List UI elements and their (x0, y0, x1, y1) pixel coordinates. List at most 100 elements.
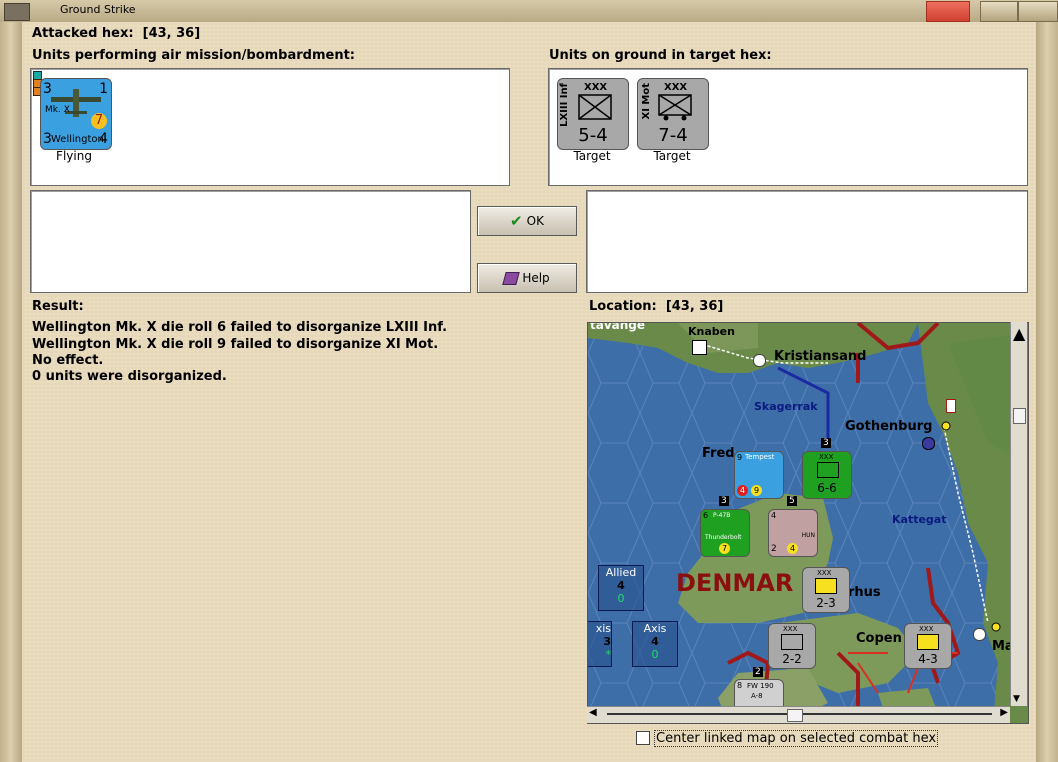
map-unit-value: 4 (771, 511, 777, 520)
map-unit-value: 6 (703, 511, 709, 520)
location-label: Location: [43, 36] (589, 299, 724, 314)
axis-box-zero: * (605, 648, 612, 661)
result-line: 0 units were disorganized. (32, 369, 227, 384)
map-unit-xxx-gray[interactable]: XXX 2-2 (768, 623, 816, 669)
stack-count-tag: 5 (787, 496, 797, 506)
ground-unit-status: Target (653, 149, 691, 163)
center-map-checkbox-label[interactable]: Center linked map on selected combat hex (654, 730, 939, 747)
port-anchor-icon (922, 437, 935, 450)
air-unit-counter-wellington[interactable]: 3 1 Mk. X 7 3 Wellington 4 (40, 78, 112, 150)
infantry-symbol-icon (781, 634, 803, 650)
ground-unit-size: XXX (664, 82, 688, 93)
center-map-checkbox[interactable] (636, 731, 650, 745)
air-unit-status: Flying (56, 149, 92, 163)
map-unit-xxx-yellow-2[interactable]: XXX 4-3 (904, 623, 952, 669)
ground-unit-size: XXX (584, 82, 608, 93)
map-label-gothenburg: Gothenburg (845, 419, 933, 434)
map-label-copenhagen: Copen (856, 631, 902, 646)
checkmark-icon: ✔ (510, 212, 523, 230)
scroll-down-arrow-icon[interactable]: ▼ (1013, 694, 1023, 704)
ground-unit-status: Target (573, 149, 611, 163)
infantry-symbol-icon (578, 94, 612, 120)
air-units-heading: Units performing air mission/bombardment… (32, 48, 356, 63)
stack-count-tag: 3 (821, 438, 831, 448)
map-unit-side: HUN (801, 532, 815, 539)
ground-unit-counter-lxiii-inf[interactable]: LXIII Inf XXX 5-4 (557, 78, 629, 150)
title-bar: Ground Strike (0, 0, 1058, 23)
ground-details-panel (586, 190, 1028, 293)
window-title: Ground Strike (60, 3, 136, 16)
map-unit-strength: 4-3 (918, 652, 938, 666)
map-unit-ju[interactable]: 4 2 4 HUN (768, 509, 818, 557)
scroll-right-arrow-icon[interactable]: ▶ (1000, 707, 1008, 718)
map-unit-xxx-yellow-1[interactable]: XXX 2-3 (802, 567, 850, 613)
air-unit-model: Mk. X (45, 105, 70, 115)
ok-button[interactable]: ✔ OK (477, 206, 577, 236)
axis-count-box-left: xis 3 * (588, 621, 612, 667)
help-button[interactable]: Help (477, 263, 577, 293)
result-line: Wellington Mk. X die roll 9 failed to di… (32, 337, 439, 352)
map-unit-value: 2 (771, 544, 777, 554)
help-button-label: Help (522, 271, 550, 285)
mine-icon (692, 340, 707, 355)
allied-count-box: Allied 4 0 (598, 565, 644, 611)
result-line: No effect. (32, 353, 104, 368)
axis-count-box: Axis 4 0 (632, 621, 678, 667)
minimize-button[interactable] (926, 1, 970, 22)
map-unit-badge: 4 (737, 485, 748, 496)
ground-unit-name: LXIII Inf (559, 83, 570, 127)
result-line: Wellington Mk. X die roll 6 failed to di… (32, 320, 448, 335)
infantry-symbol-icon (917, 634, 939, 650)
map-unit-xxx-green[interactable]: XXX 6-6 (802, 451, 852, 499)
map-vertical-scrollbar[interactable]: ▲ ▼ (1010, 322, 1027, 706)
window-frame-right (1036, 22, 1058, 762)
ok-button-label: OK (526, 214, 544, 228)
map-unit-badge: 7 (719, 543, 730, 554)
scroll-thumb[interactable] (787, 709, 803, 722)
air-unit-badge: 7 (91, 113, 107, 129)
map-unit-size: XXX (919, 625, 934, 633)
ground-units-heading: Units on ground in target hex: (549, 48, 772, 63)
map-horizontal-scrollbar[interactable]: ◀ ▶ (587, 706, 1010, 723)
map-unit-size: XXX (819, 453, 834, 461)
map-unit-badge: 9 (751, 485, 762, 496)
scroll-up-arrow-icon[interactable]: ▲ (1013, 324, 1025, 343)
map-unit-name: A-8 (751, 692, 763, 700)
infantry-symbol-icon (815, 578, 837, 594)
attacked-hex-label: Attacked hex: [43, 36] (32, 26, 201, 41)
map-label-knaben: Knaben (688, 325, 735, 338)
motorized-symbol-icon (658, 94, 692, 121)
app-icon (4, 3, 30, 21)
close-button[interactable] (1018, 1, 1058, 22)
window-frame-left (0, 22, 22, 762)
ground-unit-strength: 5-4 (578, 125, 608, 146)
axis-box-count: 4 (651, 635, 659, 648)
map-label-kattegat: Kattegat (892, 513, 947, 526)
airfield-icon (973, 628, 986, 641)
maximize-button[interactable] (980, 1, 1018, 22)
map-unit-name: FW 190 (747, 682, 774, 690)
map-unit-strength: 2-2 (782, 652, 802, 666)
scroll-thumb[interactable] (1013, 408, 1026, 424)
map-unit-strength: 6-6 (817, 481, 837, 495)
map-label-stavanger: tavange (590, 322, 646, 332)
stack-count-tag: 3 (719, 496, 729, 506)
map-label-aarhus: rhus (848, 585, 881, 600)
map-unit-name: Tempest (745, 453, 775, 461)
armor-symbol-icon (817, 462, 839, 478)
allied-box-label: Allied (605, 566, 637, 579)
map-label-skagerrak: Skagerrak (754, 400, 818, 413)
result-heading: Result: (32, 299, 84, 314)
help-book-icon (502, 271, 521, 285)
map-unit-tempest[interactable]: 9 Tempest 4 9 (734, 451, 784, 499)
map-unit-p47[interactable]: 6 P-47B Thunderbolt 7 (700, 509, 750, 557)
ground-unit-counter-xi-mot[interactable]: XI Mot XXX 7-4 (637, 78, 709, 150)
scroll-left-arrow-icon[interactable]: ◀ (589, 707, 597, 718)
axis-box-label: xis (595, 622, 611, 635)
factory-icon (946, 399, 956, 413)
axis-box-zero: 0 (651, 648, 659, 661)
axis-box-count: 3 (603, 635, 611, 648)
location-map[interactable]: tavange Knaben Kristiansand Skagerrak Go… (587, 322, 1029, 724)
ground-units-panel: LXIII Inf XXX 5-4 Target XI Mot XXX 7-4 … (548, 68, 1028, 186)
dialog-content: Attacked hex: [43, 36] Units performing … (22, 22, 1036, 762)
